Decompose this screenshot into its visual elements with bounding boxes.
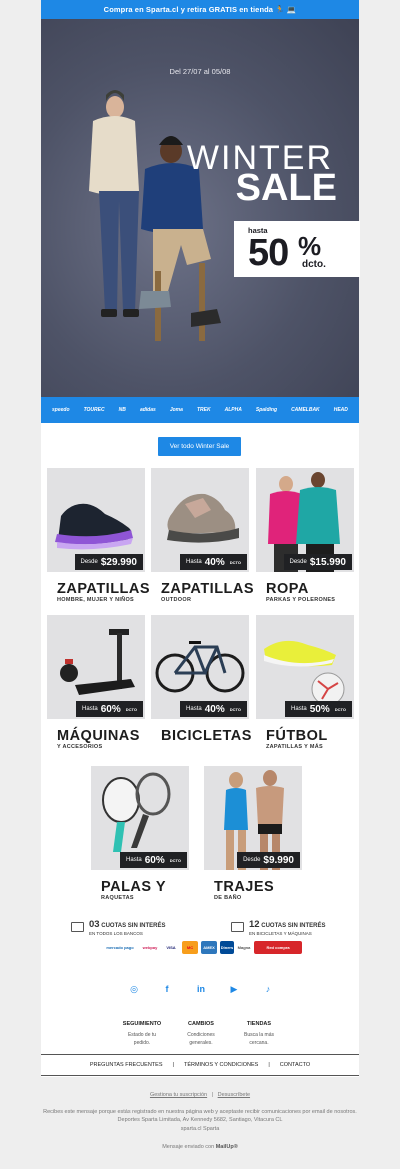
price-tag: Hasta 60% DCTO [76, 701, 143, 717]
payment-logo: AMEX [201, 941, 217, 954]
price-tag: Hasta 50% DCTO [285, 701, 352, 717]
legal-text: Recibes este mensaje porque estás regist… [43, 1109, 357, 1132]
product-title: PALAS Y [101, 879, 167, 895]
linkedin-icon[interactable]: in [195, 983, 207, 995]
cuotas-bicicletas: 12 CUOTAS SIN INTERÉS EN BICICLETAS Y MÁ… [231, 919, 325, 936]
discount-badge: hasta 50 % dcto. [234, 221, 360, 277]
product-subtitle: OUTDOOR [161, 597, 192, 603]
payment-logo: MC [182, 941, 198, 954]
cuotas-number: 03 [89, 919, 100, 930]
price-tag: Desde $29.990 [74, 554, 143, 570]
hero-models-image [89, 90, 221, 341]
cuotas-label: CUOTAS SIN INTERÉS [101, 923, 166, 929]
subscription-links: Gestiona tu suscripción | Desuscríbete [0, 1091, 400, 1099]
footer-col-text: Busca la más cercana. [243, 1032, 274, 1046]
product-title: BICICLETAS [161, 728, 252, 744]
price-tag: Hasta 40% DCTO [180, 701, 247, 717]
footer-col-text: Estado de tu pedido. [127, 1032, 157, 1046]
youtube-icon[interactable]: ▶ [228, 983, 240, 995]
top-banner-text: Compra en Sparta.cl y retira GRATIS en t… [103, 5, 297, 14]
product-title: ROPA [266, 581, 309, 597]
brands-strip: speedo TOUREC NB adidas Joma TREK ALPHA … [41, 397, 359, 423]
payment-logo: Magna [237, 945, 251, 950]
badge-dcto: dcto. [302, 259, 326, 270]
product-title: FÚTBOL [266, 728, 328, 744]
product-subtitle: PARKAS Y POLERONES [266, 597, 336, 603]
product-title: TRAJES [214, 879, 275, 895]
top-banner[interactable]: Compra en Sparta.cl y retira GRATIS en t… [41, 0, 359, 19]
hero-banner[interactable]: Del 27/07 al 05/08 WINTER SALE hasta 50 … [41, 19, 360, 397]
hero-title-sale: SALE [235, 167, 337, 209]
link-terms[interactable]: TÉRMINOS Y CONDICIONES [184, 1062, 258, 1068]
brand-logo[interactable]: adidas [140, 407, 156, 413]
instagram-icon[interactable]: ◎ [128, 983, 140, 995]
product-subtitle: RAQUETAS [101, 895, 134, 901]
tiktok-icon[interactable]: ♪ [262, 983, 274, 995]
link-separator: | [172, 1062, 174, 1068]
cuotas-detail: EN BICICLETAS Y MÁQUINAS [249, 931, 312, 936]
brand-logo[interactable]: HEAD [334, 407, 348, 413]
footer-col-title[interactable]: TIENDAS [229, 1021, 289, 1027]
payment-logo: VISA [166, 945, 176, 950]
payment-logo: Diners [220, 941, 234, 954]
product-title: MÁQUINAS [57, 728, 140, 744]
cuotas-banks: 03 CUOTAS SIN INTERÉS EN TODOS LOS BANCO… [71, 919, 165, 936]
payment-logo: mercado pago [106, 945, 134, 950]
mailup-logo[interactable]: MailUp® [216, 1144, 238, 1150]
product-subtitle: HOMBRE, MUJER Y NIÑOS [57, 597, 134, 603]
brand-logo[interactable]: ALPHA [225, 407, 242, 413]
badge-percent: % [298, 231, 322, 261]
price-tag: Hasta 60% DCTO [120, 852, 187, 868]
brand-logo[interactable]: NB [119, 407, 126, 413]
footer-col-text: Condiciones generales. [187, 1032, 215, 1046]
brand-logo[interactable]: CAMELBAK [291, 407, 320, 413]
product-subtitle: DE BAÑO [214, 895, 242, 901]
unsubscribe-link[interactable]: Desuscríbete [218, 1092, 250, 1098]
brand-logo[interactable]: Joma [170, 407, 183, 413]
link-faq[interactable]: PREGUNTAS FRECUENTES [90, 1062, 163, 1068]
brand-logo[interactable]: TREK [197, 407, 211, 413]
facebook-icon[interactable]: f [161, 983, 173, 995]
brand-logo[interactable]: TOUREC [84, 407, 105, 413]
payment-methods: mercado pago webpay VISA MC AMEX Diners … [103, 941, 302, 954]
product-subtitle: Y ACCESORIOS [57, 744, 103, 750]
link-separator: | [211, 1092, 214, 1098]
product-title: ZAPATILLAS [57, 581, 151, 597]
payment-logo: webpay [142, 945, 158, 950]
footer-links: PREGUNTAS FRECUENTES | TÉRMINOS Y CONDIC… [41, 1054, 359, 1076]
brand-logo[interactable]: speedo [52, 407, 70, 413]
sent-by: Mensaje enviado con MailUp® [162, 1144, 238, 1150]
cuotas-detail: EN TODOS LOS BANCOS [89, 931, 143, 936]
brand-logo[interactable]: Spalding [256, 407, 277, 413]
price-tag: Hasta 40% DCTO [180, 554, 247, 570]
price-tag: Desde $9.990 [237, 852, 300, 868]
price-tag: Desde $15.990 [283, 554, 352, 570]
footer-col-title[interactable]: CAMBIOS [171, 1021, 231, 1027]
card-icon [231, 922, 244, 932]
view-winter-sale-button[interactable]: Ver todo Winter Sale [158, 437, 241, 456]
footer-col-title[interactable]: SEGUIMIENTO [112, 1021, 172, 1027]
product-subtitle: ZAPATILLAS Y MÁS [266, 744, 323, 750]
badge-number: 50 [248, 232, 289, 274]
cuotas-label: CUOTAS SIN INTERÉS [261, 923, 326, 929]
link-separator: | [268, 1062, 270, 1068]
payment-logo: Red compra [254, 941, 302, 954]
card-icon [71, 922, 84, 932]
link-contact[interactable]: CONTACTO [280, 1062, 310, 1068]
cuotas-number: 12 [249, 919, 260, 930]
manage-subscription-link[interactable]: Gestiona tu suscripción [150, 1092, 207, 1098]
product-title: ZAPATILLAS [161, 581, 255, 597]
